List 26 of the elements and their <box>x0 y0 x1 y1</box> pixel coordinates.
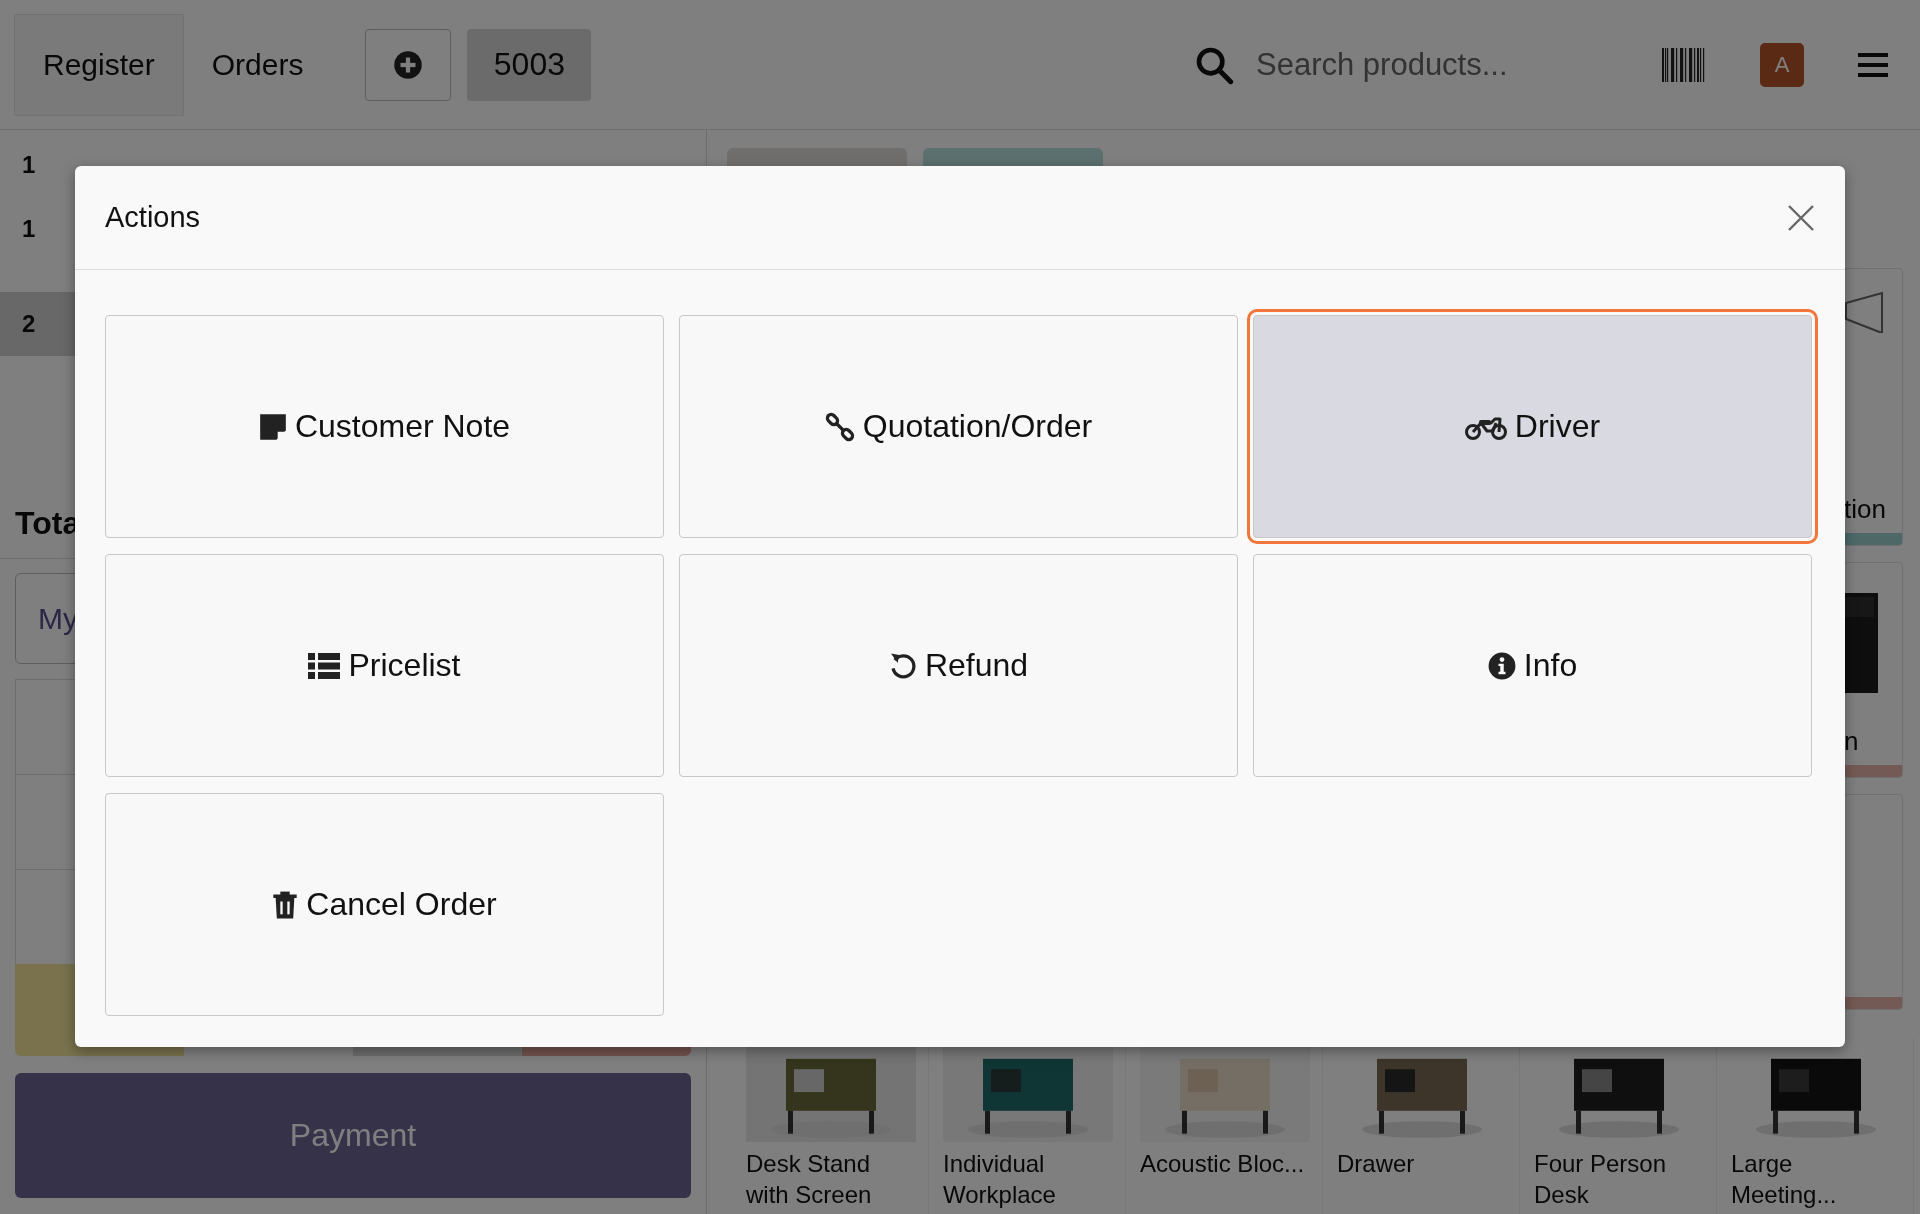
dialog-title: Actions <box>105 201 201 234</box>
action-button[interactable]: Pricelist <box>105 554 664 777</box>
product-name: Drawer <box>1337 1149 1416 1179</box>
payment-button[interactable]: Payment <box>15 1073 691 1198</box>
order-number-button[interactable]: 5003 <box>467 28 592 101</box>
product-name: Large Meeting... <box>1731 1149 1838 1210</box>
product-name: n <box>1844 726 1860 757</box>
line-quantity: 2 <box>21 310 37 338</box>
user-avatar[interactable]: A <box>1760 42 1804 87</box>
product-card[interactable]: Large Meeting... <box>1717 1038 1914 1214</box>
action-button[interactable]: Refund <box>679 554 1238 777</box>
search-field[interactable]: Search products... <box>1254 45 1588 84</box>
nav-tab[interactable]: Orders <box>183 13 332 116</box>
product-name: Individual Workplace <box>943 1149 1057 1210</box>
action-button[interactable]: Customer Note <box>105 315 664 538</box>
product-card[interactable]: tion <box>1843 268 1903 546</box>
product-name: Desk Stand with Screen <box>746 1149 873 1210</box>
product-name: Acoustic Bloc... <box>1140 1149 1306 1179</box>
action-button[interactable]: Quotation/Order <box>679 315 1238 538</box>
product-name: Four Person Desk <box>1534 1149 1668 1210</box>
action-button[interactable]: Info <box>1253 554 1812 777</box>
action-button[interactable]: Cancel Order <box>105 793 664 1016</box>
product-card[interactable]: n <box>1843 562 1903 778</box>
nav-tab[interactable]: Register <box>14 13 184 116</box>
line-quantity: 1 <box>21 151 37 179</box>
product-name: tion <box>1844 494 1887 525</box>
